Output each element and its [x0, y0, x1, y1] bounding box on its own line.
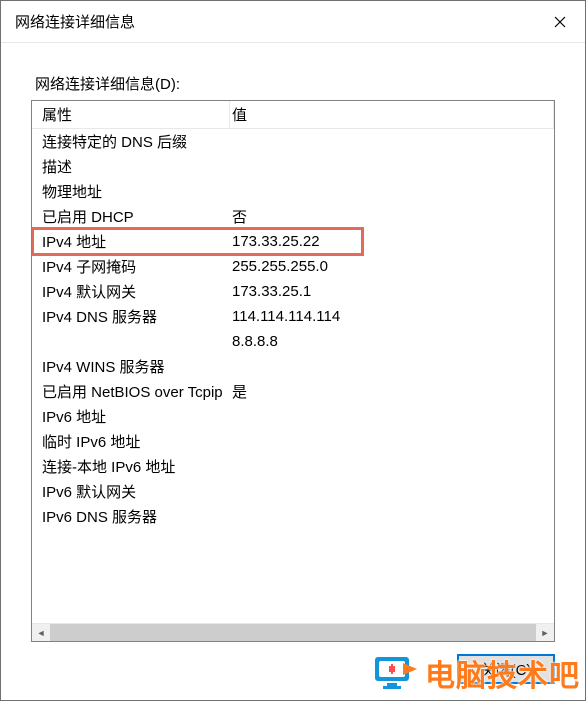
- rows-container: 连接特定的 DNS 后缀描述物理地址已启用 DHCP否IPv4 地址173.33…: [32, 129, 554, 623]
- property-cell: IPv6 默认网关: [32, 481, 230, 502]
- scroll-left-arrow-icon[interactable]: ◄: [32, 624, 50, 641]
- property-cell: 连接-本地 IPv6 地址: [32, 456, 230, 477]
- property-cell: 描述: [32, 156, 230, 177]
- table-row[interactable]: IPv4 地址173.33.25.22: [32, 229, 554, 254]
- scroll-track[interactable]: [50, 624, 536, 641]
- value-cell: 是: [230, 381, 554, 402]
- table-row[interactable]: IPv6 DNS 服务器: [32, 504, 554, 529]
- property-cell: IPv4 地址: [32, 231, 230, 252]
- titlebar: 网络连接详细信息: [1, 1, 585, 43]
- property-cell: IPv4 WINS 服务器: [32, 356, 230, 377]
- table-row[interactable]: 连接-本地 IPv6 地址: [32, 454, 554, 479]
- table-row[interactable]: IPv4 WINS 服务器: [32, 354, 554, 379]
- value-cell: 114.114.114.114: [230, 308, 554, 325]
- watermark: 电脑技术吧: [373, 651, 580, 695]
- table-row[interactable]: 已启用 DHCP否: [32, 204, 554, 229]
- value-cell: 255.255.255.0: [230, 258, 554, 275]
- close-icon[interactable]: [535, 1, 585, 42]
- property-cell: IPv4 子网掩码: [32, 256, 230, 277]
- table-row[interactable]: 8.8.8.8: [32, 329, 554, 354]
- scroll-right-arrow-icon[interactable]: ►: [536, 624, 554, 641]
- scroll-thumb[interactable]: [50, 624, 536, 641]
- property-cell: 物理地址: [32, 181, 230, 202]
- property-cell: 已启用 NetBIOS over Tcpip: [32, 381, 230, 402]
- table-row[interactable]: 临时 IPv6 地址: [32, 429, 554, 454]
- property-cell: IPv6 地址: [32, 406, 230, 427]
- value-cell: 8.8.8.8: [230, 333, 554, 350]
- property-cell: 临时 IPv6 地址: [32, 431, 230, 452]
- dialog-title: 网络连接详细信息: [15, 11, 135, 32]
- column-headers: 属性 值: [32, 101, 554, 129]
- table-row[interactable]: 连接特定的 DNS 后缀: [32, 129, 554, 154]
- table-row[interactable]: IPv4 DNS 服务器114.114.114.114: [32, 304, 554, 329]
- details-listview: 属性 值 连接特定的 DNS 后缀描述物理地址已启用 DHCP否IPv4 地址1…: [31, 100, 555, 642]
- property-cell: IPv4 DNS 服务器: [32, 306, 230, 327]
- dialog-content: 网络连接详细信息(D): 属性 值 连接特定的 DNS 后缀描述物理地址已启用 …: [1, 43, 585, 700]
- table-row[interactable]: 物理地址: [32, 179, 554, 204]
- horizontal-scrollbar[interactable]: ◄ ►: [32, 623, 554, 641]
- column-header-property[interactable]: 属性: [32, 101, 230, 128]
- value-cell: 173.33.25.22: [230, 233, 554, 250]
- column-header-value[interactable]: 值: [230, 101, 554, 128]
- table-row[interactable]: 描述: [32, 154, 554, 179]
- table-row[interactable]: 已启用 NetBIOS over Tcpip是: [32, 379, 554, 404]
- value-cell: 173.33.25.1: [230, 283, 554, 300]
- property-cell: IPv6 DNS 服务器: [32, 506, 230, 527]
- value-cell: 否: [230, 206, 554, 227]
- watermark-text: 电脑技术吧: [425, 651, 580, 695]
- table-row[interactable]: IPv4 子网掩码255.255.255.0: [32, 254, 554, 279]
- section-label: 网络连接详细信息(D):: [35, 73, 563, 94]
- property-cell: 连接特定的 DNS 后缀: [32, 131, 230, 152]
- property-cell: IPv4 默认网关: [32, 281, 230, 302]
- table-row[interactable]: IPv4 默认网关173.33.25.1: [32, 279, 554, 304]
- property-cell: 已启用 DHCP: [32, 206, 230, 227]
- watermark-logo-icon: [373, 653, 419, 693]
- dialog-window: 网络连接详细信息 网络连接详细信息(D): 属性 值 连接特定的 DNS 后缀描…: [0, 0, 586, 701]
- table-row[interactable]: IPv6 默认网关: [32, 479, 554, 504]
- table-row[interactable]: IPv6 地址: [32, 404, 554, 429]
